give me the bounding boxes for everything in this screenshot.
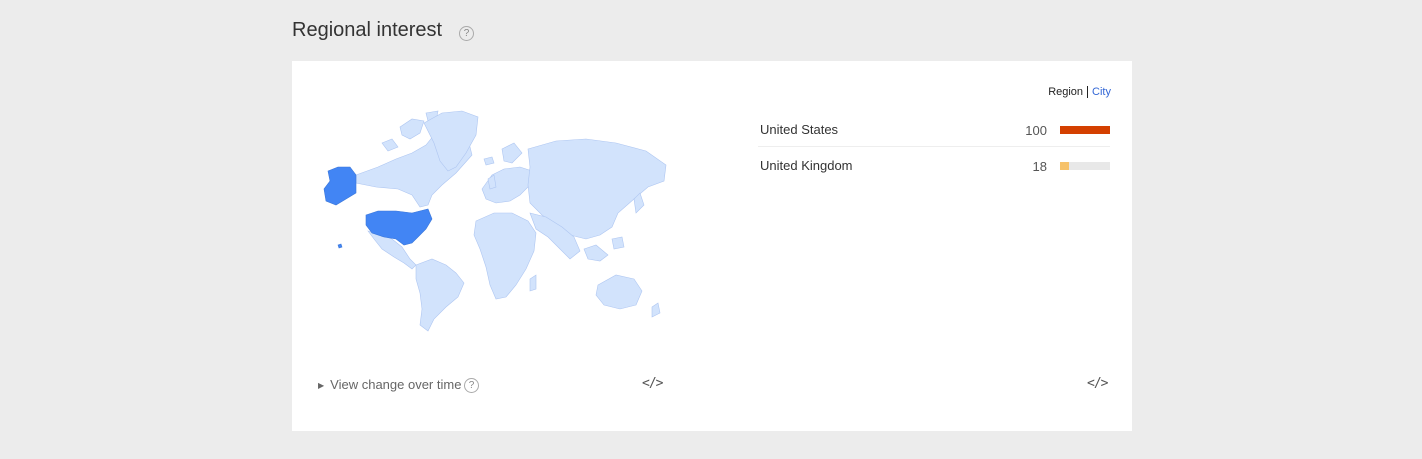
map-region-australia xyxy=(595,274,643,310)
map-region-hawaii xyxy=(337,243,343,249)
expand-triangle-icon: ▶ xyxy=(318,381,325,390)
embed-code-icon[interactable]: </> xyxy=(1087,376,1109,391)
map-region-africa xyxy=(473,212,537,300)
ranking-row[interactable]: United States 100 xyxy=(758,111,1110,147)
region-ranking-list: United States 100 United Kingdom 18 xyxy=(758,111,1110,182)
region-name: United Kingdom xyxy=(760,158,853,173)
region-toggle[interactable]: Region xyxy=(1048,86,1089,98)
map-region-madagascar xyxy=(529,274,537,292)
embed-code-icon[interactable]: </> xyxy=(642,376,664,391)
view-change-label: View change over time xyxy=(330,377,462,392)
world-map[interactable] xyxy=(316,109,670,335)
region-value: 100 xyxy=(1025,123,1047,138)
value-bar xyxy=(1060,162,1069,170)
section-title: Regional interest xyxy=(292,19,443,41)
value-bar-track xyxy=(1060,162,1110,170)
map-region-new-zealand xyxy=(651,302,661,318)
region-city-toggle: Region City xyxy=(1048,86,1111,98)
map-region-europe xyxy=(481,142,533,204)
region-value: 18 xyxy=(1032,159,1047,174)
map-region-iceland xyxy=(483,156,495,166)
map-region-se-asia xyxy=(583,236,625,262)
help-icon[interactable]: ? xyxy=(464,378,479,393)
help-icon[interactable]: ? xyxy=(459,26,474,41)
city-toggle[interactable]: City xyxy=(1088,86,1111,98)
map-region-alaska xyxy=(323,166,357,206)
value-bar-track xyxy=(1060,126,1110,134)
map-region-south-america xyxy=(415,258,465,332)
ranking-row[interactable]: United Kingdom 18 xyxy=(758,147,1110,182)
value-bar xyxy=(1060,126,1110,134)
region-name: United States xyxy=(760,122,839,137)
regional-interest-card: Region City United States 100 United King… xyxy=(292,61,1132,431)
view-change-over-time-link[interactable]: ▶ View change over time xyxy=(318,377,461,392)
